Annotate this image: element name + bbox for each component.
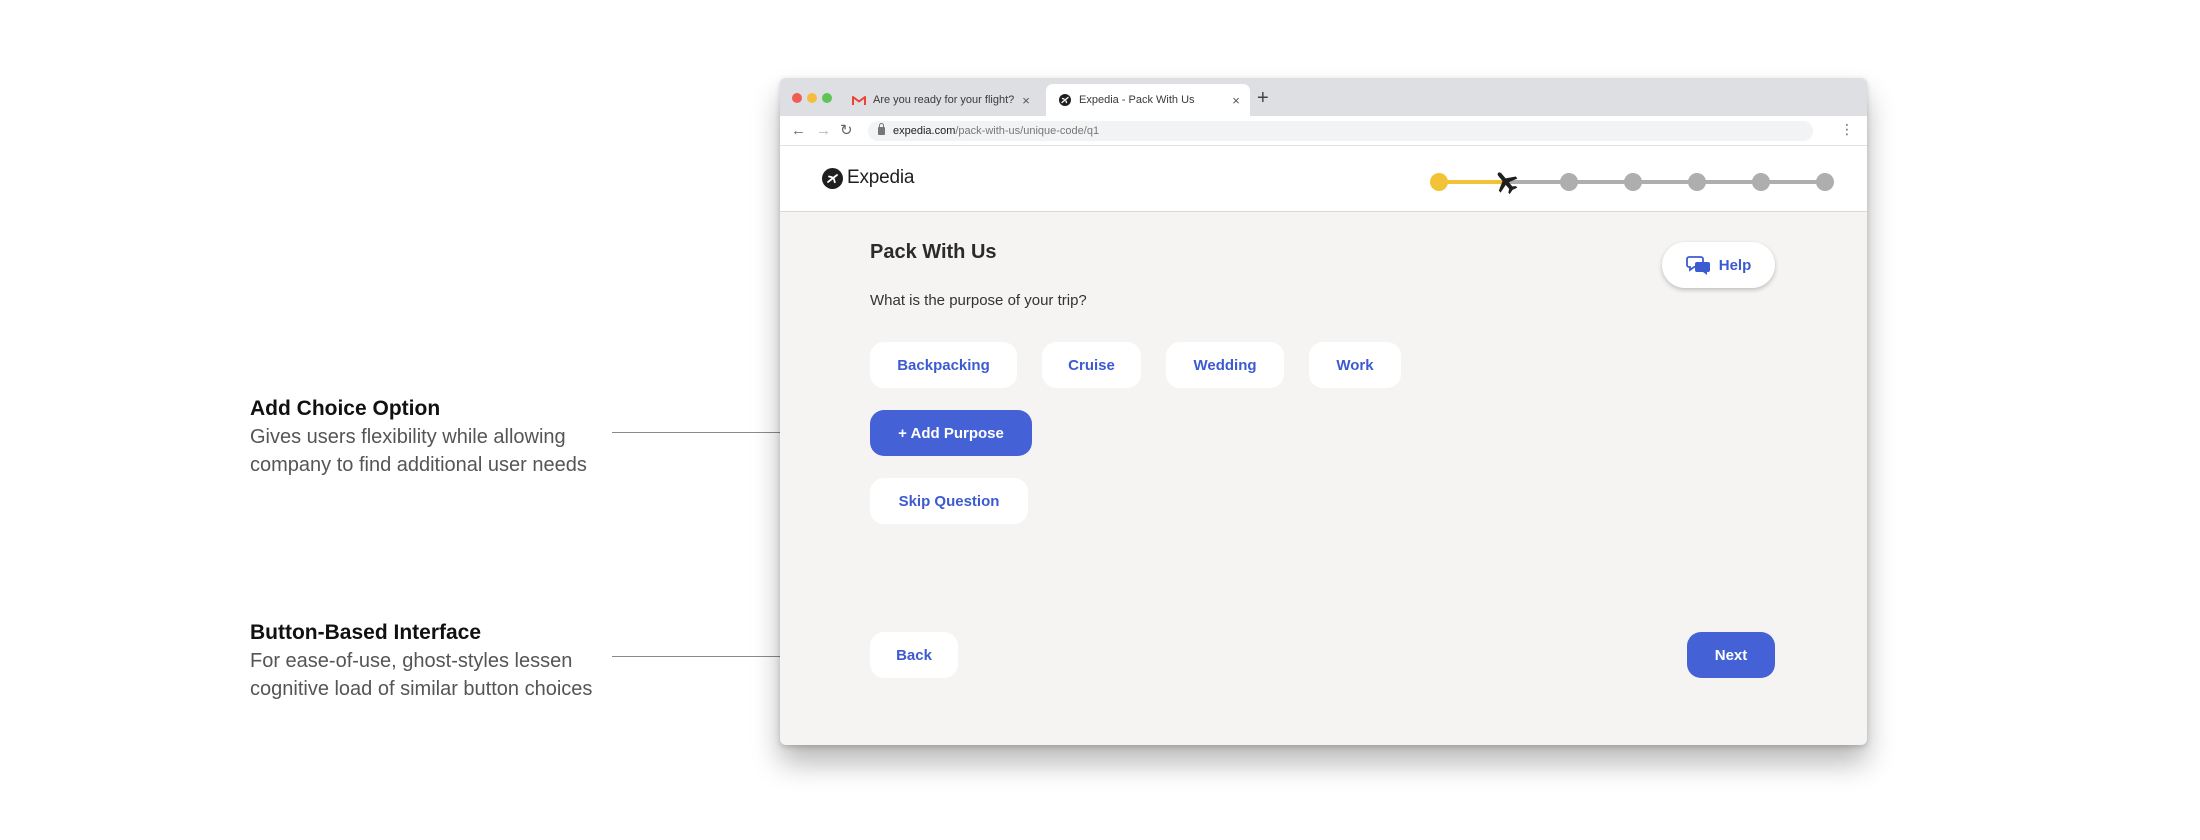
help-label: Help (1718, 256, 1752, 274)
gmail-icon (852, 93, 866, 107)
progress-step-7 (1816, 173, 1834, 191)
help-button[interactable]: Help (1662, 242, 1775, 288)
tab-close-icon[interactable]: × (1226, 93, 1246, 108)
site-header: Expedia (780, 146, 1867, 212)
lock-icon (878, 123, 885, 135)
window-close-button[interactable] (792, 93, 802, 103)
expedia-logo-icon (822, 167, 843, 189)
annotation-title: Add Choice Option (250, 397, 441, 420)
tab-strip: Are you ready for your flight? × Expedia… (780, 78, 1867, 116)
address-bar: ← → ↻ expedia.com/pack-with-us/unique-co… (780, 116, 1867, 146)
tab-expedia[interactable]: Expedia - Pack With Us × (1046, 84, 1250, 116)
progress-step-1 (1430, 173, 1448, 191)
page-title: Pack With Us (870, 241, 997, 263)
add-purpose-button[interactable]: + Add Purpose (870, 410, 1032, 456)
annotation-add-choice: Add Choice Option Gives users flexibilit… (250, 395, 620, 479)
annotation-text: cognitive load of similar button choices (250, 678, 593, 700)
tab-title: Are you ready for your flight? (873, 94, 1015, 106)
window-minimize-button[interactable] (807, 93, 817, 103)
back-button[interactable]: Back (870, 632, 958, 678)
progress-stepper (1430, 171, 1834, 195)
plane-icon (1497, 172, 1518, 195)
expedia-icon (1058, 93, 1072, 107)
url-domain: expedia.com (893, 125, 956, 137)
browser-window: Are you ready for your flight? × Expedia… (780, 78, 1867, 745)
url-input[interactable]: expedia.com/pack-with-us/unique-code/q1 (868, 121, 1813, 141)
progress-step-4 (1624, 173, 1642, 191)
tab-title: Expedia - Pack With Us (1079, 94, 1195, 106)
annotation-button-based: Button-Based Interface For ease-of-use, … (250, 619, 620, 703)
url-path: /pack-with-us/unique-code/q1 (955, 125, 1100, 137)
annotation-text: For ease-of-use, ghost-styles lessen (250, 650, 573, 672)
question-text: What is the purpose of your trip? (870, 292, 1087, 309)
progress-step-5 (1688, 173, 1706, 191)
annotation-text: company to find additional user needs (250, 454, 587, 476)
tab-gmail[interactable]: Are you ready for your flight? × (840, 84, 1040, 116)
back-arrow-icon[interactable]: ← (791, 121, 806, 141)
forward-arrow-icon[interactable]: → (816, 121, 831, 141)
tab-close-icon[interactable]: × (1016, 93, 1036, 108)
new-tab-button[interactable]: + (1257, 87, 1269, 109)
choice-wedding[interactable]: Wedding (1166, 342, 1284, 388)
progress-step-3 (1560, 173, 1578, 191)
choice-work[interactable]: Work (1309, 342, 1401, 388)
choice-cruise[interactable]: Cruise (1042, 342, 1141, 388)
reload-icon[interactable]: ↻ (840, 121, 853, 141)
browser-menu-icon[interactable]: ⋮ (1840, 121, 1854, 138)
skip-question-button[interactable]: Skip Question (870, 478, 1028, 524)
logo-text: Expedia (847, 167, 915, 188)
expedia-logo[interactable]: Expedia (822, 167, 914, 189)
chat-bubbles-icon (1685, 256, 1710, 275)
annotation-text: Gives users flexibility while allowing (250, 426, 566, 448)
window-maximize-button[interactable] (822, 93, 832, 103)
progress-step-6 (1752, 173, 1770, 191)
next-button[interactable]: Next (1687, 632, 1775, 678)
annotation-title: Button-Based Interface (250, 621, 482, 644)
choice-backpacking[interactable]: Backpacking (870, 342, 1017, 388)
